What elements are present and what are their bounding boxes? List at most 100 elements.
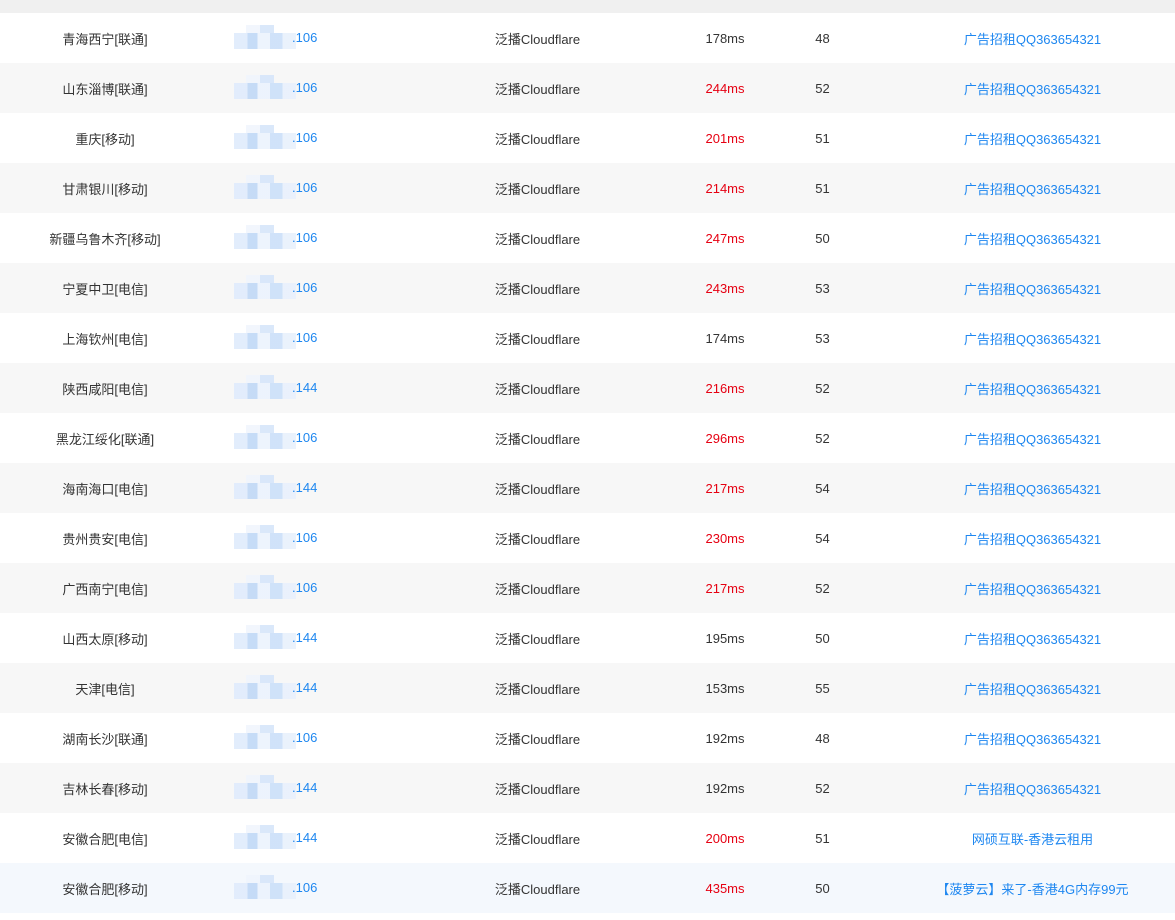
ip-blur-mask (234, 225, 296, 249)
ip-blur-mask (234, 625, 296, 649)
location-cell: 宁夏中卫[电信] (62, 281, 148, 297)
ttl-cell: 52 (815, 580, 830, 596)
ip-suffix-link[interactable]: .106 (292, 230, 317, 245)
ip-suffix-link[interactable]: .144 (292, 780, 317, 795)
location-cell: 吉林长春[移动] (62, 781, 148, 797)
ip-cell[interactable]: .106 (210, 713, 380, 763)
line-cell: 泛播Cloudflare (494, 431, 581, 447)
ip-cell[interactable]: .106 (210, 13, 380, 63)
response-time-cell: 230ms (705, 530, 745, 546)
response-time-cell: 200ms (705, 830, 745, 846)
ttl-cell: 51 (815, 130, 830, 146)
ad-link[interactable]: 广告招租QQ363654321 (890, 179, 1175, 198)
ip-suffix-link[interactable]: .106 (292, 130, 317, 145)
ip-suffix-link[interactable]: .106 (292, 330, 317, 345)
ip-blur-mask (234, 575, 296, 599)
ip-cell[interactable]: .144 (210, 663, 380, 713)
ip-cell[interactable]: .144 (210, 763, 380, 813)
ip-suffix-link[interactable]: .144 (292, 830, 317, 845)
ip-cell[interactable]: .106 (210, 313, 380, 363)
ip-suffix-link[interactable]: .144 (292, 630, 317, 645)
ip-cell[interactable]: .106 (210, 63, 380, 113)
ip-cell[interactable]: .144 (210, 463, 380, 513)
ip-cell[interactable]: .106 (210, 563, 380, 613)
ip-suffix-link[interactable]: .106 (292, 530, 317, 545)
location-cell: 重庆[移动] (75, 131, 135, 147)
response-time-cell: 216ms (705, 380, 745, 396)
ip-blur-mask (234, 875, 296, 899)
ip-suffix-link[interactable]: .106 (292, 580, 317, 595)
ad-link[interactable]: 广告招租QQ363654321 (890, 379, 1175, 398)
line-cell: 泛播Cloudflare (494, 181, 581, 197)
location-cell: 广西南宁[电信] (62, 581, 148, 597)
location-cell: 海南海口[电信] (62, 481, 148, 497)
ip-blur-mask (234, 125, 296, 149)
ad-link[interactable]: 网硕互联-香港云租用 (890, 829, 1175, 848)
ip-cell[interactable]: .106 (210, 163, 380, 213)
table-row: 吉林长春[移动] .144 泛播Cloudflare 192ms 52 广告招租… (0, 763, 1175, 813)
ip-cell[interactable]: .106 (210, 863, 380, 913)
ip-suffix-link[interactable]: .106 (292, 80, 317, 95)
ttl-cell: 52 (815, 780, 830, 796)
ad-link[interactable]: 广告招租QQ363654321 (890, 29, 1175, 48)
ip-cell[interactable]: .144 (210, 363, 380, 413)
ip-suffix-link[interactable]: .144 (292, 480, 317, 495)
line-cell: 泛播Cloudflare (494, 831, 581, 847)
ad-link[interactable]: 广告招租QQ363654321 (890, 679, 1175, 698)
ad-link[interactable]: 广告招租QQ363654321 (890, 429, 1175, 448)
response-time-cell: 243ms (705, 280, 745, 296)
line-cell: 泛播Cloudflare (494, 31, 581, 47)
ip-blur-mask (234, 525, 296, 549)
table-row: 宁夏中卫[电信] .106 泛播Cloudflare 243ms 53 广告招租… (0, 263, 1175, 313)
response-time-cell: 153ms (705, 680, 745, 696)
ip-suffix-link[interactable]: .144 (292, 380, 317, 395)
response-time-cell: 217ms (705, 580, 745, 596)
ad-link[interactable]: 广告招租QQ363654321 (890, 129, 1175, 148)
line-cell: 泛播Cloudflare (494, 331, 581, 347)
ip-cell[interactable]: .106 (210, 513, 380, 563)
ad-link[interactable]: 广告招租QQ363654321 (890, 729, 1175, 748)
ip-cell[interactable]: .106 (210, 263, 380, 313)
ad-link[interactable]: 广告招租QQ363654321 (890, 329, 1175, 348)
table-header-strip (0, 0, 1175, 13)
ip-cell[interactable]: .106 (210, 413, 380, 463)
ip-suffix-link[interactable]: .144 (292, 680, 317, 695)
ip-suffix-link[interactable]: .106 (292, 880, 317, 895)
ad-link[interactable]: 广告招租QQ363654321 (890, 479, 1175, 498)
ad-link[interactable]: 广告招租QQ363654321 (890, 79, 1175, 98)
location-cell: 湖南长沙[联通] (62, 731, 148, 747)
ip-suffix-link[interactable]: .106 (292, 730, 317, 745)
ip-cell[interactable]: .106 (210, 113, 380, 163)
table-row: 广西南宁[电信] .106 泛播Cloudflare 217ms 52 广告招租… (0, 563, 1175, 613)
ip-suffix-link[interactable]: .106 (292, 30, 317, 45)
ip-suffix-link[interactable]: .106 (292, 430, 317, 445)
response-time-cell: 296ms (705, 430, 745, 446)
ip-blur-mask (234, 825, 296, 849)
ip-blur-mask (234, 425, 296, 449)
ad-link[interactable]: 【菠萝云】来了-香港4G内存99元 (890, 879, 1175, 898)
ip-blur-mask (234, 75, 296, 99)
ip-cell[interactable]: .106 (210, 213, 380, 263)
response-time-cell: 178ms (705, 30, 745, 46)
ad-link[interactable]: 广告招租QQ363654321 (890, 229, 1175, 248)
ip-suffix-link[interactable]: .106 (292, 180, 317, 195)
ip-blur-mask (234, 675, 296, 699)
table-row: 湖南长沙[联通] .106 泛播Cloudflare 192ms 48 广告招租… (0, 713, 1175, 763)
ad-link[interactable]: 广告招租QQ363654321 (890, 279, 1175, 298)
ip-cell[interactable]: .144 (210, 613, 380, 663)
line-cell: 泛播Cloudflare (494, 131, 581, 147)
ttl-cell: 53 (815, 330, 830, 346)
ad-link[interactable]: 广告招租QQ363654321 (890, 779, 1175, 798)
table-row: 贵州贵安[电信] .106 泛播Cloudflare 230ms 54 广告招租… (0, 513, 1175, 563)
ttl-cell: 52 (815, 430, 830, 446)
line-cell: 泛播Cloudflare (494, 281, 581, 297)
ip-suffix-link[interactable]: .106 (292, 280, 317, 295)
ad-link[interactable]: 广告招租QQ363654321 (890, 629, 1175, 648)
table-row: 青海西宁[联通] .106 泛播Cloudflare 178ms 48 广告招租… (0, 13, 1175, 63)
ip-blur-mask (234, 175, 296, 199)
ip-blur-mask (234, 725, 296, 749)
ad-link[interactable]: 广告招租QQ363654321 (890, 529, 1175, 548)
ad-link[interactable]: 广告招租QQ363654321 (890, 579, 1175, 598)
ip-cell[interactable]: .144 (210, 813, 380, 863)
ttl-cell: 51 (815, 180, 830, 196)
